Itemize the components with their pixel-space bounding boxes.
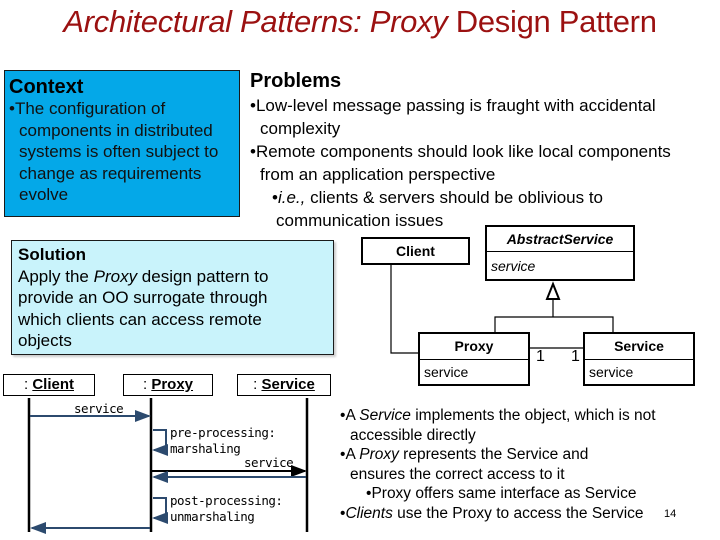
note-italic: Proxy [359,446,399,463]
lifeline-name: Client [32,376,74,393]
note-text: accessible directly [350,426,476,444]
note-text: represents the Service and [398,446,589,463]
note-item: •A Service implements the object, which … [340,406,656,426]
note-text: A [345,407,360,424]
uml-class-client: Client [361,237,470,265]
note-text: Proxy offers same interface as Service [371,485,637,502]
post-processing-label: post-processing: unmarshaling [170,493,283,525]
note-text: ensures the correct access to it [350,465,565,483]
uml-class-proxy: Proxy service [418,332,530,386]
class-operation: service [589,364,634,380]
note-item: •Clients use the Proxy to access the Ser… [340,504,656,524]
multiplicity-left: 1 [536,348,545,365]
class-operation: service [424,364,469,380]
class-name: AbstractService [487,227,633,252]
msg-label: service [74,401,124,416]
lifeline-name: Service [261,376,315,393]
class-name: Proxy [420,334,528,360]
self-call-pre [152,429,168,456]
label-line: unmarshaling [170,509,255,524]
uml-class-service: Service service [583,332,695,386]
inheritance-triangle [545,281,561,300]
notes-list: •A Service implements the object, which … [340,406,656,523]
class-name: Service [585,334,693,360]
client-proxy-association [390,264,419,354]
note-text: use the Proxy to access the Service [392,504,644,522]
label-line: pre-processing: [170,425,276,440]
page-number: 14 [664,508,677,520]
class-operation: service [491,258,536,274]
label-line: post-processing: [170,493,283,508]
note-italic: Clients [345,504,393,522]
self-call-post [152,497,168,524]
uml-class-abstractservice: AbstractService service [485,225,635,281]
lifeline-name: Proxy [151,376,194,393]
pre-processing-label: pre-processing: marshaling [170,425,276,457]
lifeline-proxy: : Proxy [123,374,213,396]
msg-label: service [244,455,294,470]
inheritance-branch [494,316,614,332]
note-item: •A Proxy represents the Service and [340,445,656,465]
note-subitem: •Proxy offers same interface as Service [340,484,656,504]
note-text: A [345,446,360,463]
lifeline-client: : Client [3,374,95,396]
note-italic: Service [359,407,411,424]
multiplicity-right: 1 [571,348,580,365]
note-text: implements the object, which is not [410,407,656,424]
class-name: Client [396,243,435,259]
lifeline-service: : Service [237,374,331,396]
